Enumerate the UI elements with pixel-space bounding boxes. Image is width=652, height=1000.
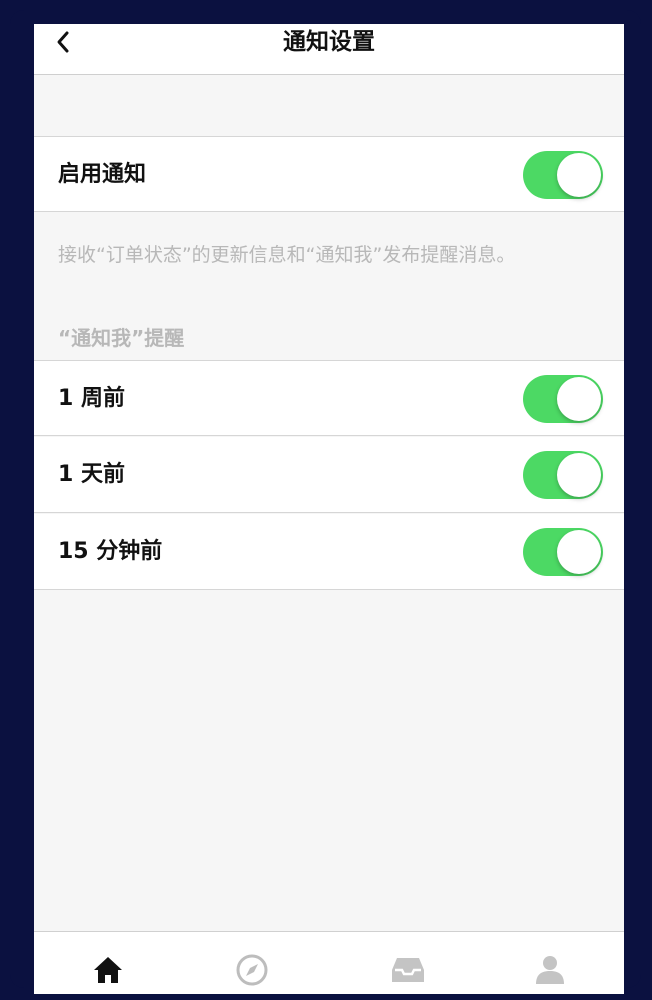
navigation-bar: 通知设置 (34, 24, 624, 75)
home-icon (94, 957, 122, 983)
tab-discover[interactable] (232, 950, 272, 990)
notification-description: 接收“订单状态”的更新信息和“通知我”发布提醒消息。 (58, 244, 516, 266)
reminder-section-title: “通知我”提醒 (58, 326, 185, 350)
reminder-1-week-toggle[interactable] (523, 375, 603, 423)
page-title: 通知设置 (283, 29, 375, 55)
toggle-knob (557, 377, 601, 421)
reminder-row-15-min: 15 分钟前 (34, 514, 624, 590)
enable-notifications-row: 启用通知 (34, 136, 624, 212)
reminder-row-1-week: 1 周前 (34, 360, 624, 436)
tab-home[interactable] (88, 950, 128, 990)
reminder-label: 1 天前 (58, 462, 125, 487)
tab-inbox[interactable] (388, 950, 428, 990)
tab-profile[interactable] (530, 950, 570, 990)
reminder-1-day-toggle[interactable] (523, 451, 603, 499)
enable-notifications-label: 启用通知 (58, 162, 147, 187)
reminder-15-min-toggle[interactable] (523, 528, 603, 576)
toggle-knob (557, 153, 601, 197)
reminder-row-1-day: 1 天前 (34, 437, 624, 513)
reminder-label: 15 分钟前 (58, 539, 163, 564)
toggle-knob (557, 530, 601, 574)
device-frame: 通知设置 启用通知 接收“订单状态”的更新信息和“通知我”发布提醒消息。 “通知… (10, 10, 641, 994)
tab-bar (34, 931, 624, 994)
user-icon (536, 956, 564, 984)
reminder-label: 1 周前 (58, 386, 125, 411)
screen: 通知设置 启用通知 接收“订单状态”的更新信息和“通知我”发布提醒消息。 “通知… (34, 24, 624, 994)
toggle-knob (557, 453, 601, 497)
compass-icon (236, 954, 268, 986)
enable-notifications-toggle[interactable] (523, 151, 603, 199)
inbox-icon (392, 958, 424, 982)
